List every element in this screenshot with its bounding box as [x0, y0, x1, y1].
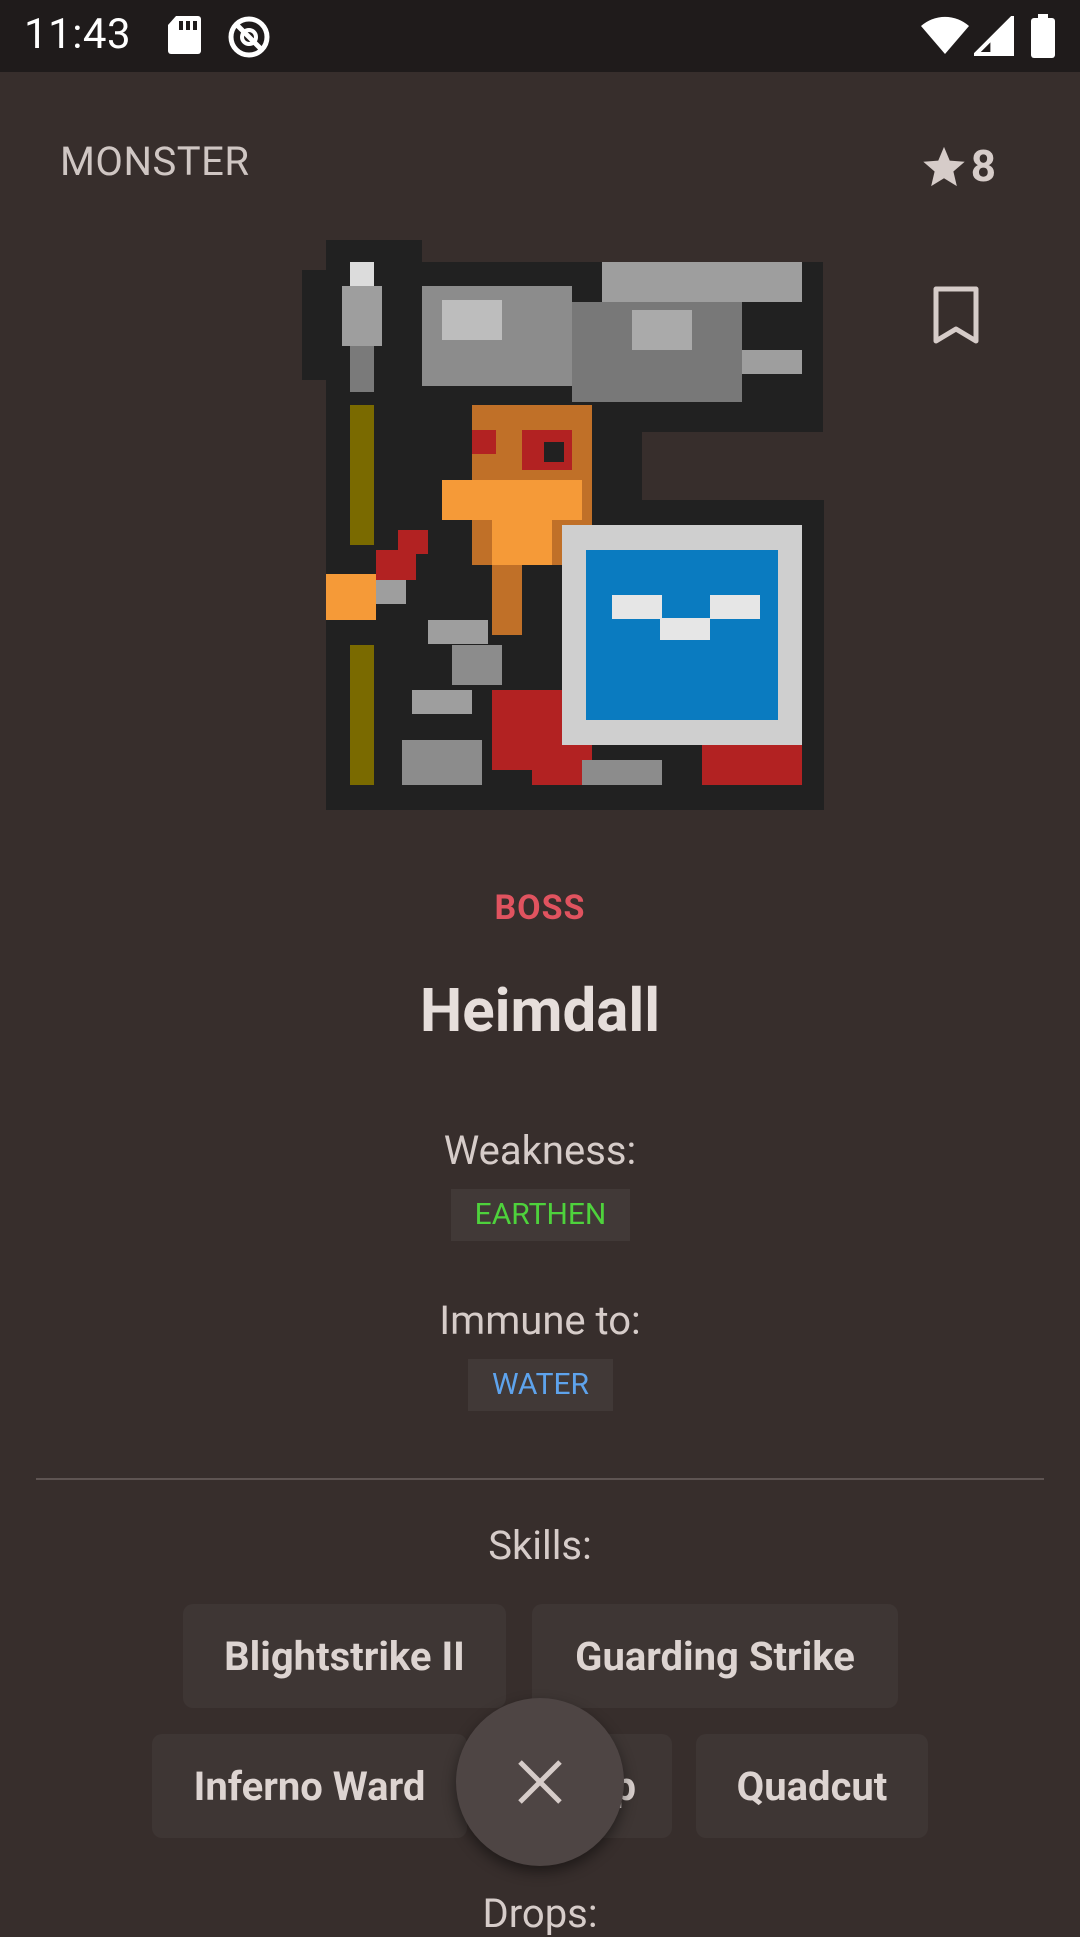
sd-card-icon [168, 16, 201, 54]
weakness-label: Weakness: [443, 1127, 637, 1174]
immune-tag[interactable]: WATER [468, 1359, 613, 1411]
skill-chip[interactable]: Quadcut [696, 1734, 928, 1838]
weakness-tag[interactable]: EARTHEN [451, 1189, 630, 1241]
star-icon [923, 146, 965, 187]
status-time: 11:43 [24, 10, 132, 59]
immune-label: Immune to: [439, 1297, 641, 1344]
close-icon [518, 1760, 562, 1804]
status-bar: 11:43 [0, 0, 1080, 72]
rating: 8 [921, 140, 996, 192]
skills-label: Skills: [488, 1522, 592, 1569]
close-button[interactable] [456, 1698, 624, 1866]
skill-chip[interactable]: Blightstrike II [183, 1604, 506, 1708]
rank-label: BOSS [494, 888, 586, 928]
no-sync-icon [228, 16, 270, 58]
battery-icon [1031, 14, 1055, 58]
wifi-icon [921, 16, 969, 54]
divider [36, 1478, 1044, 1480]
bookmark-icon [933, 286, 979, 344]
skill-chip[interactable]: Guarding Strike [532, 1604, 898, 1708]
entry-type-label: MONSTER [60, 138, 250, 185]
bookmark-button[interactable] [930, 285, 982, 349]
rating-value: 8 [970, 140, 996, 192]
monster-sprite [302, 240, 824, 810]
monster-name: Heimdall [419, 975, 661, 1046]
drops-label: Drops: [482, 1890, 598, 1937]
skill-chip[interactable]: Inferno Ward [152, 1734, 467, 1838]
signal-icon [974, 16, 1014, 56]
